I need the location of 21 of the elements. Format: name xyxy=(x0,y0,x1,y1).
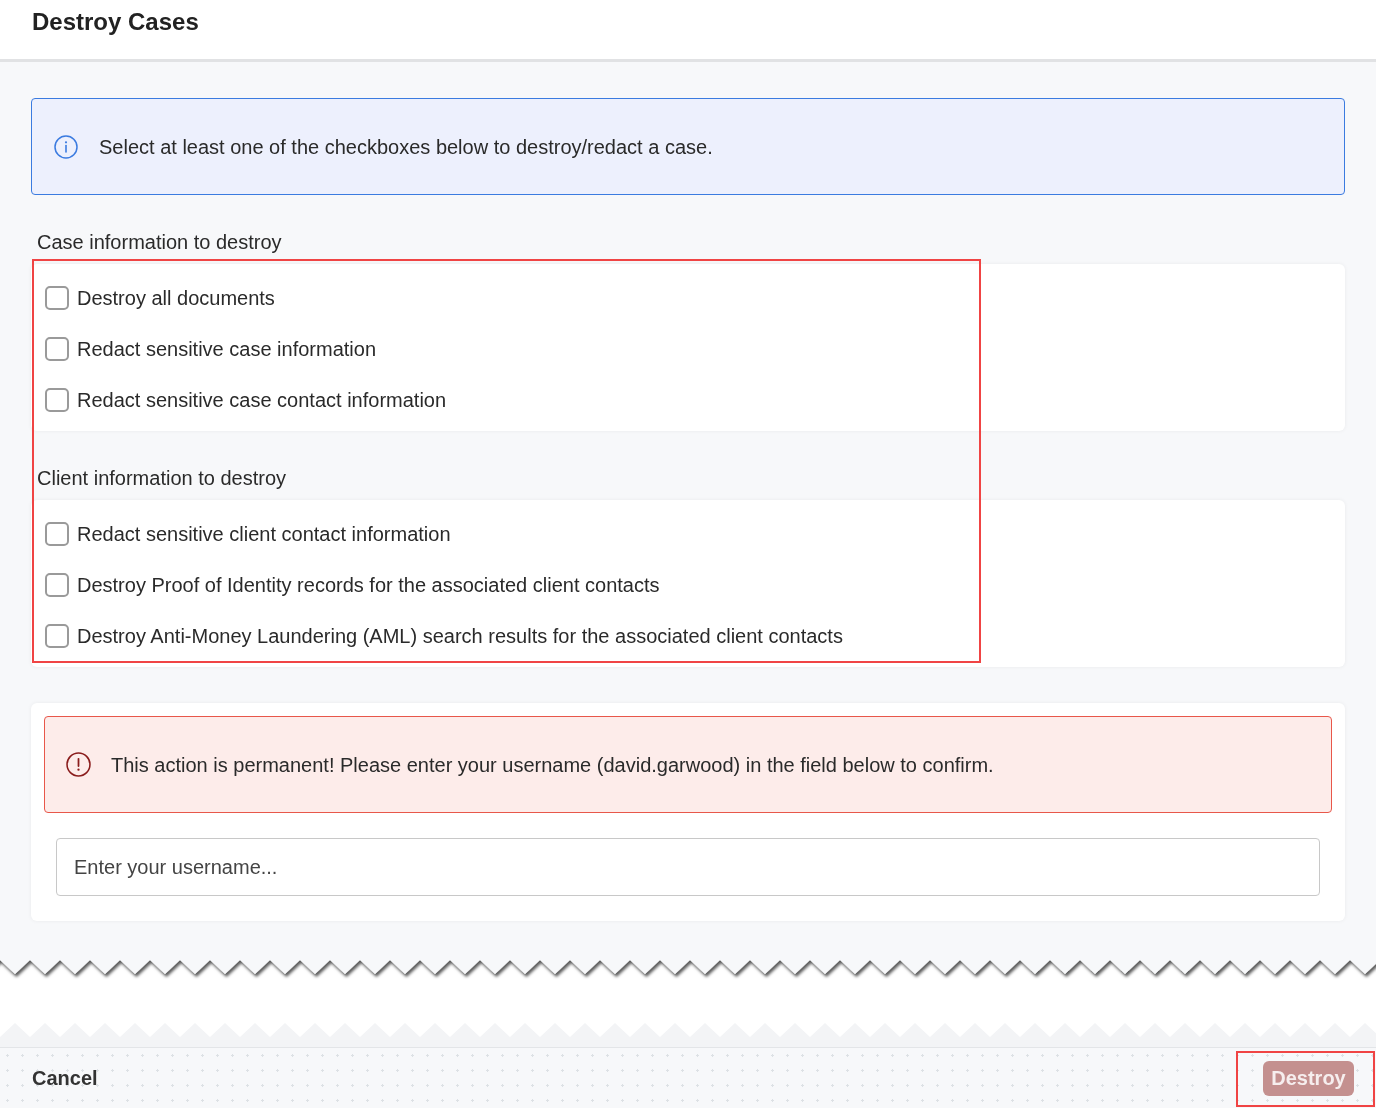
checkbox[interactable] xyxy=(45,336,69,361)
section-label: Case information to destroy xyxy=(36,230,283,255)
checkbox-label[interactable]: Redact sensitive client contact information xyxy=(77,520,451,547)
checkbox-label[interactable]: Redact sensitive case contact information xyxy=(77,386,447,413)
section-label: Client information to destroy xyxy=(36,466,287,491)
info-message: Select at least one of the checkboxes below to destroy/redact a case. xyxy=(99,134,713,160)
username-field[interactable]: Enter your username... xyxy=(56,838,1320,896)
checkbox[interactable] xyxy=(45,623,69,648)
checkbox[interactable] xyxy=(45,285,69,310)
alert-icon xyxy=(66,752,91,777)
cancel-button[interactable]: Cancel xyxy=(32,1065,98,1091)
checkbox[interactable] xyxy=(45,387,69,412)
checkbox-label[interactable]: Destroy all documents xyxy=(77,284,275,311)
checkbox[interactable] xyxy=(45,572,69,597)
warning-message: This action is permanent! Please enter your username (david.garwood) in the field below to confirm. xyxy=(111,752,994,778)
checkbox-label[interactable]: Redact sensitive case information xyxy=(77,335,377,362)
checkbox-label[interactable]: Destroy Proof of Identity records for the associated client contacts xyxy=(77,571,660,598)
info-icon xyxy=(54,134,78,159)
checkbox[interactable] xyxy=(45,521,69,546)
dialog-title: Destroy Cases xyxy=(32,7,200,37)
checkbox-label[interactable]: Destroy Anti-Money Laundering (AML) search results for the associated client contacts xyxy=(77,622,843,649)
